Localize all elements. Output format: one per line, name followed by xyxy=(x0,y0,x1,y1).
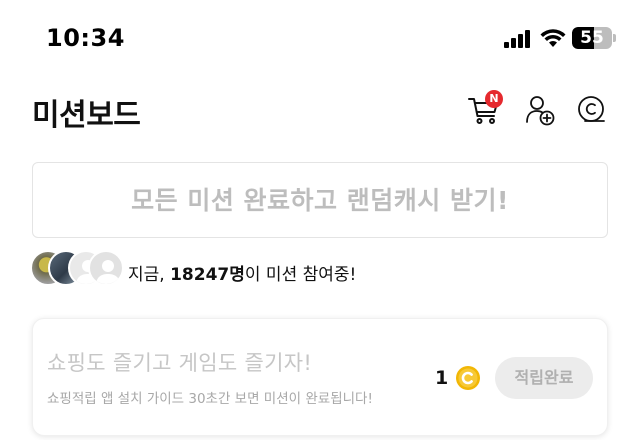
wifi-icon xyxy=(540,29,566,47)
complete-button[interactable]: 적립완료 xyxy=(495,357,593,399)
add-friend-icon[interactable] xyxy=(522,92,558,128)
page-title: 미션보드 xyxy=(32,98,141,133)
mission-card[interactable]: 쇼핑도 즐기고 게임도 즐기자! 쇼핑적립 앱 설치 가이드 30초간 보면 미… xyxy=(32,318,608,436)
avatar xyxy=(88,250,124,286)
participants-prefix: 지금, xyxy=(128,265,171,285)
status-bar: 10:34 55 xyxy=(0,0,640,80)
participants-row: 지금, 18247명이 미션 참여중! xyxy=(30,250,450,290)
participants-text: 지금, 18247명이 미션 참여중! xyxy=(128,260,356,285)
coin-icon xyxy=(456,366,480,390)
cart-new-badge: N xyxy=(485,90,503,108)
mission-description: 쇼핑적립 앱 설치 가이드 30초간 보면 미션이 완료됩니다! xyxy=(47,391,373,407)
reward-amount: 1 xyxy=(435,367,449,389)
cellular-signal-icon xyxy=(504,30,530,48)
banner-text: 모든 미션 완료하고 랜덤캐시 받기! xyxy=(131,186,509,215)
participant-count: 18247명 xyxy=(170,265,245,285)
participants-suffix: 이 미션 참여중! xyxy=(244,265,357,285)
mission-title: 쇼핑도 즐기고 게임도 즐기자! xyxy=(47,351,313,375)
random-cash-banner[interactable]: 모든 미션 완료하고 랜덤캐시 받기! xyxy=(32,162,608,238)
status-time: 10:34 xyxy=(46,24,125,52)
cash-icon[interactable] xyxy=(574,92,610,128)
battery-level: 55 xyxy=(580,28,604,48)
default-avatar-icon xyxy=(96,260,120,284)
battery-icon: 55 xyxy=(572,27,616,49)
